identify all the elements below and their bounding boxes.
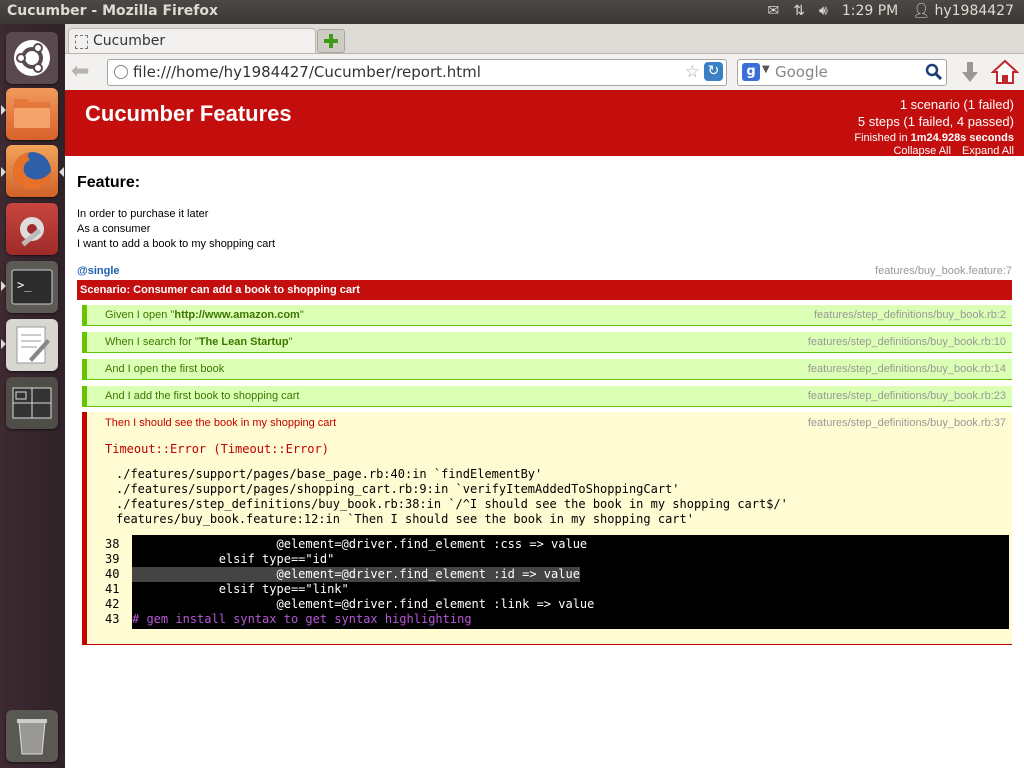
folder-icon[interactable] — [6, 88, 58, 140]
narrative-line: As a consumer — [77, 223, 151, 235]
finished-time: 1m24.928s seconds — [910, 132, 1014, 144]
summary-steps: 5 steps (1 failed, 4 passed) — [857, 114, 1014, 129]
step-passed: And I open the first book features/step_… — [82, 359, 1012, 380]
step-argument: http://www.amazon.com — [174, 309, 300, 321]
url-text[interactable]: file:///home/hy1984427/Cucumber/report.h… — [133, 63, 481, 81]
finished-label: Finished in — [854, 132, 911, 144]
backtrace-line: ./features/step_definitions/buy_book.rb:… — [116, 497, 788, 511]
plus-icon — [324, 34, 338, 48]
search-engine-icon[interactable]: g — [742, 63, 760, 81]
step-argument: The Lean Startup — [198, 336, 289, 348]
summary-scenarios: 1 scenario (1 failed) — [899, 97, 1014, 112]
scenario-location: features/buy_book.feature:7 — [875, 265, 1012, 277]
user-name: hy1984427 — [934, 3, 1014, 19]
clock[interactable]: 1:29 PM — [842, 3, 898, 19]
home-icon[interactable] — [991, 59, 1019, 85]
bookmark-star-icon[interactable]: ☆ — [685, 62, 700, 82]
line-number: 39 — [105, 552, 120, 566]
step-passed: When I search for "The Lean Startup" fea… — [82, 332, 1012, 353]
scenario-title[interactable]: Scenario: Consumer can add a book to sho… — [77, 280, 1012, 300]
feature-narrative: In order to purchase it later As a consu… — [77, 207, 275, 252]
search-placeholder: Google — [775, 63, 828, 81]
svg-text:>_: >_ — [17, 278, 32, 292]
search-icon[interactable] — [925, 63, 942, 80]
back-button[interactable]: ⬅ — [71, 61, 95, 83]
code-line: elsif type=="link" — [132, 582, 349, 596]
settings-icon[interactable] — [6, 203, 58, 255]
code-line: @element=@driver.find_element :css => va… — [132, 537, 588, 551]
step-location: features/step_definitions/buy_book.rb:23 — [807, 390, 1006, 402]
url-bar[interactable]: file:///home/hy1984427/Cucumber/report.h… — [107, 59, 727, 86]
scenario-tag: @single — [77, 265, 120, 277]
mail-icon[interactable]: ✉ — [768, 3, 780, 19]
backtrace-line: ./features/support/pages/base_page.rb:40… — [116, 467, 543, 481]
tab-label: Cucumber — [93, 33, 166, 49]
narrative-line: In order to purchase it later — [77, 208, 209, 220]
new-tab-button[interactable] — [317, 29, 345, 53]
report-page: Cucumber Features 1 scenario (1 failed) … — [65, 90, 1024, 768]
step-location: features/step_definitions/buy_book.rb:2 — [813, 309, 1006, 321]
step-text: When I search for "The Lean Startup" — [105, 336, 293, 348]
error-message: Timeout::Error (Timeout::Error) — [105, 442, 329, 456]
downloads-icon[interactable] — [958, 60, 982, 84]
terminal-icon[interactable]: >_ — [6, 261, 58, 313]
step-failed: Then I should see the book in my shoppin… — [82, 412, 1012, 645]
system-tray: ✉ ⇅ 🔊︎ 1:29 PM 👤︎ hy1984427 — [768, 3, 1014, 19]
firefox-icon[interactable] — [6, 145, 58, 197]
step-text: And I add the first book to shopping car… — [105, 390, 300, 402]
summary: 1 scenario (1 failed) 5 steps (1 failed,… — [854, 96, 1014, 147]
code-line: elsif type=="id" — [132, 552, 335, 566]
site-identity-icon[interactable] — [114, 65, 128, 79]
step-text: And I open the first book — [105, 363, 225, 375]
page-favicon-icon — [75, 35, 88, 49]
search-bar[interactable]: g ▼ Google — [737, 59, 947, 86]
step-text: Then I should see the book in my shoppin… — [105, 417, 337, 429]
expand-all-link[interactable]: Expand All — [962, 145, 1014, 157]
launcher: >_ — [0, 24, 65, 768]
trash-icon[interactable] — [6, 710, 58, 762]
navigation-bar: ⬅ file:///home/hy1984427/Cucumber/report… — [65, 53, 1024, 91]
narrative-line: I want to add a book to my shopping cart — [77, 238, 276, 250]
line-number: 40 — [105, 567, 120, 581]
backtrace-line: features/buy_book.feature:12:in `Then I … — [116, 512, 694, 526]
backtrace: ./features/support/pages/base_page.rb:40… — [116, 467, 788, 527]
code-line-highlighted: @element=@driver.find_element :id => val… — [132, 567, 580, 582]
step-passed: Given I open "http://www.amazon.com" fea… — [82, 305, 1012, 326]
code-comment: # gem install syntax to get syntax highl… — [132, 612, 472, 626]
network-icon[interactable]: ⇅ — [793, 3, 805, 19]
user-menu[interactable]: 👤︎ hy1984427 — [912, 3, 1014, 19]
step-text: Given I open "http://www.amazon.com" — [105, 309, 304, 321]
reload-button[interactable]: ↻ — [704, 62, 723, 81]
window-title: Cucumber - Mozilla Firefox — [7, 3, 218, 19]
line-number: 43 — [105, 612, 120, 626]
line-number: 41 — [105, 582, 120, 596]
focus-indicator — [59, 167, 64, 177]
volume-icon[interactable]: 🔊︎ — [819, 3, 828, 19]
line-number: 42 — [105, 597, 120, 611]
step-location: features/step_definitions/buy_book.rb:14 — [807, 363, 1006, 375]
chevron-down-icon[interactable]: ▼ — [762, 64, 770, 75]
browser-chrome: Cucumber ⬅ file:///home/hy1984427/Cucumb… — [65, 24, 1024, 91]
user-icon: 👤︎ — [912, 3, 931, 19]
report-header: Cucumber Features 1 scenario (1 failed) … — [65, 90, 1024, 157]
ubuntu-logo-icon[interactable] — [6, 32, 58, 84]
backtrace-line: ./features/support/pages/shopping_cart.r… — [116, 482, 680, 496]
step-passed: And I add the first book to shopping car… — [82, 386, 1012, 407]
workspace-icon[interactable] — [6, 377, 58, 429]
step-location: features/step_definitions/buy_book.rb:10 — [807, 336, 1006, 348]
collapse-all-link[interactable]: Collapse All — [893, 145, 950, 157]
feature-heading: Feature: — [77, 174, 141, 191]
line-number: 38 — [105, 537, 120, 551]
top-panel: Cucumber - Mozilla Firefox ✉ ⇅ 🔊︎ 1:29 P… — [0, 0, 1024, 24]
code-line: @element=@driver.find_element :link => v… — [132, 597, 595, 611]
page-title: Cucumber Features — [85, 101, 292, 126]
code-box: @element=@driver.find_element :css => va… — [132, 535, 1009, 629]
text-editor-icon[interactable] — [6, 319, 58, 371]
tab-cucumber[interactable]: Cucumber — [68, 28, 316, 54]
collapse-expand-links: Collapse All Expand All — [885, 145, 1014, 157]
step-location: features/step_definitions/buy_book.rb:37 — [807, 417, 1006, 429]
